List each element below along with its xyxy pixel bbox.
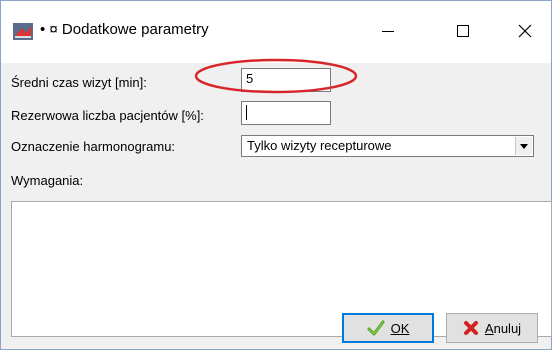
- cancel-label: Anuluj: [484, 320, 522, 336]
- title-bar[interactable]: • ¤ Dodatkowe parametry: [1, 1, 551, 63]
- reserve-patients-input[interactable]: [241, 101, 331, 125]
- schedule-marking-value: Tylko wizyty recepturowe: [247, 138, 392, 153]
- avg-visit-time-value: 5: [246, 71, 254, 86]
- maximize-icon: [457, 25, 469, 37]
- ok-label: OK: [390, 320, 410, 336]
- minimize-icon: [382, 31, 394, 32]
- reserve-patients-label: Rezerwowa liczba pacjentów [%]:: [11, 108, 204, 123]
- schedule-marking-label: Oznaczenie harmonogramu:: [11, 139, 176, 154]
- schedule-marking-select[interactable]: Tylko wizyty recepturowe: [241, 135, 534, 157]
- ok-button[interactable]: OK: [342, 313, 434, 343]
- dropdown-arrow-icon: [520, 143, 528, 149]
- text-caret: [246, 105, 247, 121]
- window-title: • ¤ Dodatkowe parametry: [40, 21, 209, 38]
- close-icon: [518, 24, 532, 38]
- avg-visit-time-input[interactable]: 5: [241, 68, 331, 92]
- avg-visit-time-label: Średni czas wizyt [min]:: [11, 75, 147, 90]
- app-icon: [13, 23, 33, 40]
- dialog-content: Średni czas wizyt [min]: 5 Rezerwowa lic…: [1, 63, 552, 349]
- dropdown-button[interactable]: [515, 137, 532, 155]
- minimize-button[interactable]: [365, 11, 411, 51]
- cancel-button[interactable]: Anuluj: [446, 313, 538, 343]
- red-x-icon: [463, 321, 478, 335]
- dialog-window: • ¤ Dodatkowe parametry Średni czas wizy…: [0, 0, 552, 350]
- close-button[interactable]: [502, 11, 548, 51]
- maximize-button[interactable]: [440, 11, 486, 51]
- checkmark-icon: [367, 320, 385, 336]
- requirements-label: Wymagania:: [11, 173, 84, 188]
